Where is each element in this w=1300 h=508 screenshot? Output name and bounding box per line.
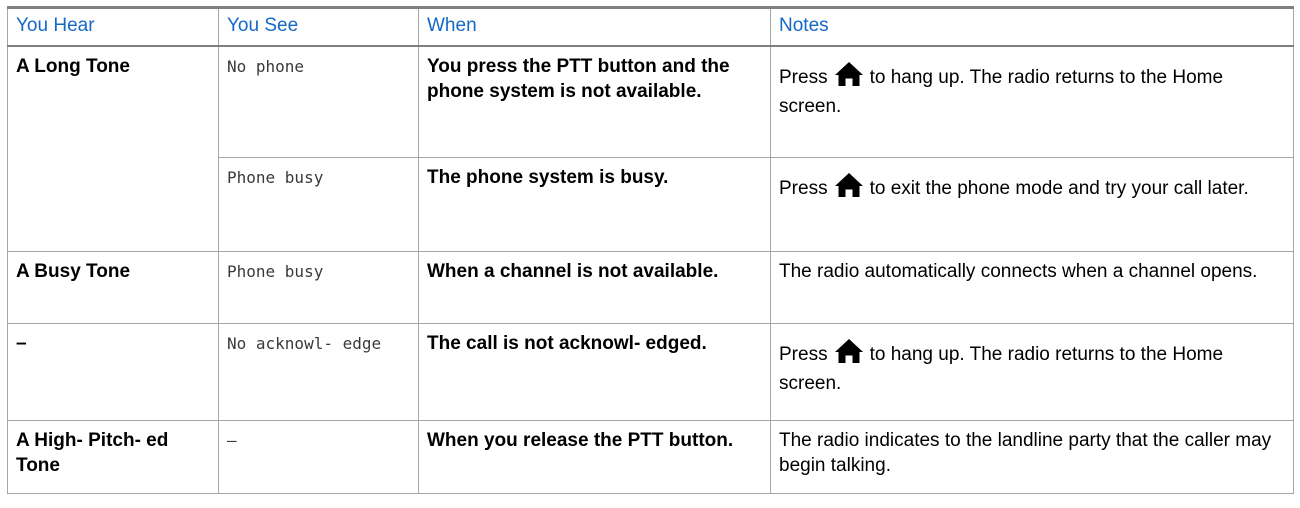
- notes-text-before: Press: [779, 178, 828, 199]
- you-hear-cell: A High- Pitch- ed Tone: [7, 420, 219, 494]
- notes-cell: Press to hang up. The radio returns to th…: [770, 323, 1294, 421]
- you-see-cell: Phone busy: [218, 157, 419, 252]
- notes-text-after: to exit the phone mode and try your call…: [869, 178, 1249, 199]
- notes-cell: The radio indicates to the landline part…: [770, 420, 1294, 494]
- header-you-hear: You Hear: [7, 6, 219, 47]
- when-cell: The call is not acknowl- edged.: [418, 323, 771, 421]
- notes-cell: The radio automatically connects when a …: [770, 251, 1294, 324]
- notes-text-before: Press: [779, 67, 828, 88]
- notes-text-before: Press: [779, 344, 828, 365]
- home-icon: [834, 338, 864, 371]
- notes-cell: Press to exit the phone mode and try your…: [770, 157, 1294, 252]
- table-row: A High- Pitch- ed Tone – When you releas…: [7, 420, 1294, 494]
- home-icon: [834, 61, 864, 94]
- you-see-cell: No phone: [218, 45, 419, 158]
- when-cell: You press the PTT button and the phone s…: [418, 45, 771, 158]
- table-row: – No acknowl- edge The call is not ackno…: [7, 323, 1294, 421]
- table-header-row: You Hear You See When Notes: [7, 6, 1294, 47]
- tone-indicator-table: You Hear You See When Notes A Long Tone …: [7, 6, 1294, 494]
- you-see-cell: Phone busy: [218, 251, 419, 324]
- table-row: A Long Tone No phone You press the PTT b…: [7, 45, 1294, 252]
- you-hear-cell: A Long Tone: [7, 45, 219, 252]
- header-you-see: You See: [218, 6, 419, 47]
- when-cell: The phone system is busy.: [418, 157, 771, 252]
- when-cell: When a channel is not available.: [418, 251, 771, 324]
- header-notes: Notes: [770, 6, 1294, 47]
- you-see-cell: –: [218, 420, 419, 494]
- when-cell: When you release the PTT button.: [418, 420, 771, 494]
- page: You Hear You See When Notes A Long Tone …: [0, 0, 1300, 508]
- you-hear-cell: –: [7, 323, 219, 421]
- notes-cell: Press to hang up. The radio returns to th…: [770, 45, 1294, 158]
- table-row: A Busy Tone Phone busy When a channel is…: [7, 251, 1294, 324]
- you-hear-cell: A Busy Tone: [7, 251, 219, 324]
- home-icon: [834, 172, 864, 205]
- you-see-cell: No acknowl- edge: [218, 323, 419, 421]
- header-when: When: [418, 6, 771, 47]
